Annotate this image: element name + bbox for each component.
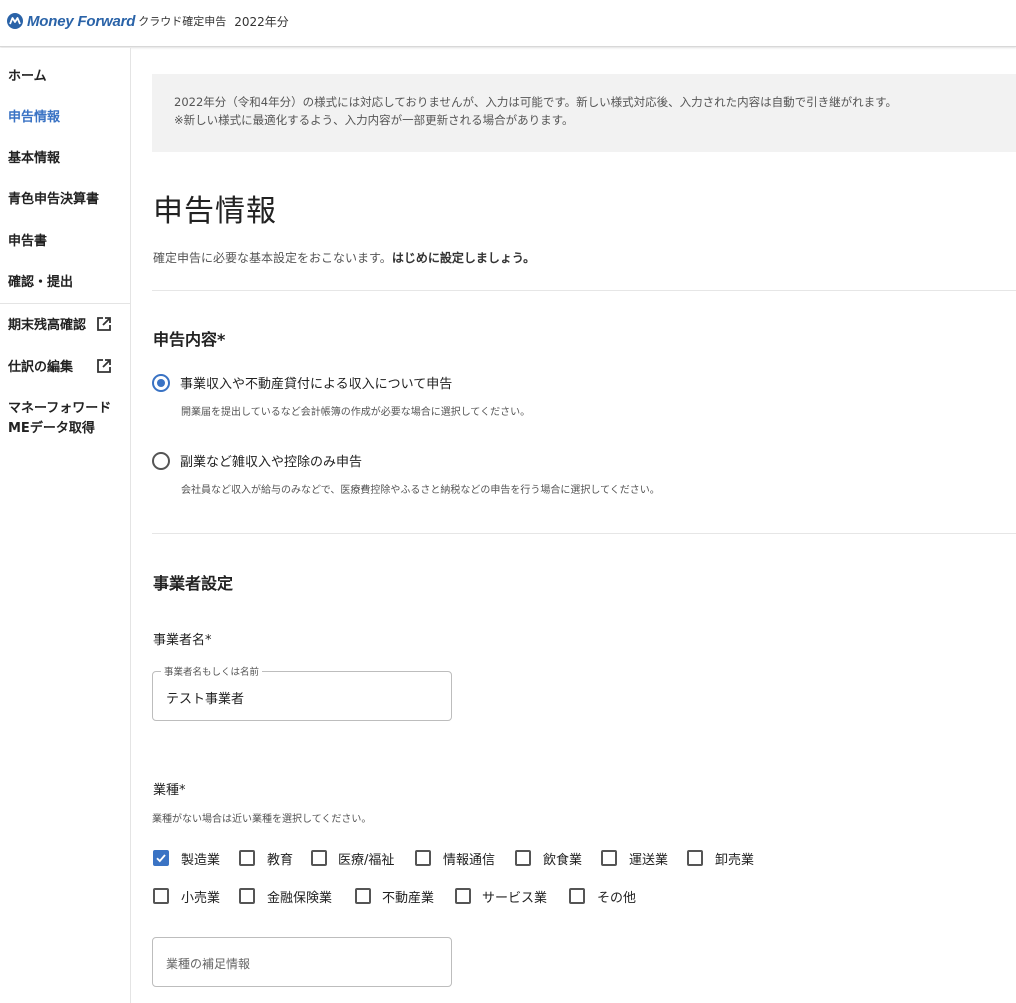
industry-checkbox-retail[interactable]	[153, 888, 169, 904]
tax-year: 2022年分	[234, 14, 289, 29]
industry-checkbox-education[interactable]	[239, 850, 255, 866]
industry-label-real-estate[interactable]: 不動産業	[382, 887, 434, 906]
sidebar-item-confirm-submit[interactable]: 確認・提出	[8, 271, 73, 290]
industry-label-food[interactable]: 飲食業	[543, 849, 582, 868]
page-title: 申告情報	[153, 194, 277, 229]
industry-checkbox-other[interactable]	[569, 888, 585, 904]
industry-checkbox-medical[interactable]	[311, 850, 327, 866]
sidebar-item-me-data-line1[interactable]: マネーフォワード	[8, 397, 111, 416]
notice-line-1: 2022年分（令和4年分）の様式には対応しておりませんが、入力は可能です。新しい…	[174, 95, 898, 109]
section-divider	[152, 290, 1016, 291]
business-name-legend: 事業者名もしくは名前	[161, 664, 263, 678]
external-link-icon[interactable]	[96, 316, 112, 332]
page-description-emphasis: はじめに設定しましょう。	[391, 251, 536, 265]
sidebar-item-declaration-info[interactable]: 申告情報	[8, 106, 60, 125]
sidebar-item-basic-info[interactable]: 基本情報	[8, 147, 60, 166]
industry-label-it[interactable]: 情報通信	[443, 849, 495, 868]
sidebar-divider	[0, 303, 130, 304]
industry-label-transport[interactable]: 運送業	[629, 849, 668, 868]
sidebar-item-balance-check[interactable]: 期末残高確認	[8, 314, 86, 333]
industry-checkbox-real-estate[interactable]	[355, 888, 371, 904]
industry-checkbox-service[interactable]	[455, 888, 471, 904]
sidebar-item-journal-edit[interactable]: 仕訳の編集	[8, 356, 73, 375]
industry-label: 業種*	[153, 783, 186, 798]
declaration-radio-business[interactable]	[152, 374, 170, 392]
notice-banner: 2022年分（令和4年分）の様式には対応しておりませんが、入力は可能です。新しい…	[152, 74, 1016, 152]
brand-name: Money Forward	[27, 12, 136, 30]
industry-label-finance[interactable]: 金融保険業	[267, 887, 332, 906]
sidebar-item-home[interactable]: ホーム	[8, 65, 47, 84]
page-description-text: 確定申告に必要な基本設定をおこないます。	[153, 251, 392, 265]
industry-label-education[interactable]: 教育	[267, 849, 293, 868]
industry-label-wholesale[interactable]: 卸売業	[715, 849, 754, 868]
business-name-label: 事業者名*	[153, 633, 212, 648]
declaration-option-label[interactable]: 副業など雑収入や控除のみ申告	[180, 451, 362, 470]
section-divider	[152, 533, 1016, 534]
app-header: Money Forward クラウド確定申告 2022年分	[0, 0, 1016, 47]
logo[interactable]: Money Forward クラウド確定申告 2022年分	[6, 12, 289, 30]
sidebar: ホーム 申告情報 基本情報 青色申告決算書 申告書 確認・提出 期末残高確認 仕…	[0, 48, 131, 1003]
money-forward-logo-icon	[7, 13, 23, 29]
business-name-value[interactable]: テスト事業者	[166, 688, 244, 707]
industry-label-medical[interactable]: 医療/福祉	[338, 849, 394, 868]
business-section-title: 事業者設定	[153, 574, 234, 593]
industry-label-service[interactable]: サービス業	[482, 887, 547, 906]
industry-checkbox-wholesale[interactable]	[687, 850, 703, 866]
industry-checkbox-finance[interactable]	[239, 888, 255, 904]
industry-label-manufacturing[interactable]: 製造業	[181, 849, 220, 868]
declaration-option-desc: 会社員など収入が給与のみなどで、医療費控除やふるさと納税などの申告を行う場合に選…	[181, 485, 660, 496]
product-name: クラウド確定申告	[138, 15, 227, 28]
external-link-icon[interactable]	[96, 358, 112, 374]
notice-line-2: ※新しい様式に最適化するよう、入力内容が一部更新される場合があります。	[174, 113, 574, 127]
industry-label-retail[interactable]: 小売業	[181, 887, 220, 906]
business-name-input[interactable]: 事業者名もしくは名前 テスト事業者	[152, 664, 452, 721]
industry-checkbox-it[interactable]	[415, 850, 431, 866]
declaration-option-desc: 開業届を提出しているなど会計帳簿の作成が必要な場合に選択してください。	[181, 407, 531, 418]
declaration-option-label[interactable]: 事業収入や不動産貸付による収入について申告	[180, 373, 452, 392]
page-description: 確定申告に必要な基本設定をおこないます。はじめに設定しましょう。	[153, 249, 535, 266]
sidebar-item-return-form[interactable]: 申告書	[8, 230, 47, 249]
industry-supplement-placeholder[interactable]: 業種の補足情報	[166, 955, 250, 972]
declaration-section-title: 申告内容*	[153, 330, 226, 349]
sidebar-item-blue-return[interactable]: 青色申告決算書	[8, 188, 99, 207]
industry-checkbox-food[interactable]	[515, 850, 531, 866]
industry-label-other[interactable]: その他	[597, 887, 636, 906]
declaration-radio-side-income[interactable]	[152, 452, 170, 470]
sidebar-item-me-data-line2[interactable]: MEデータ取得	[8, 417, 95, 436]
industry-hint: 業種がない場合は近い業種を選択してください。	[152, 814, 372, 825]
checkmark-icon	[156, 854, 166, 863]
industry-checkbox-manufacturing[interactable]	[153, 850, 169, 866]
industry-supplement-input[interactable]: 業種の補足情報	[152, 937, 452, 987]
industry-checkbox-transport[interactable]	[601, 850, 617, 866]
